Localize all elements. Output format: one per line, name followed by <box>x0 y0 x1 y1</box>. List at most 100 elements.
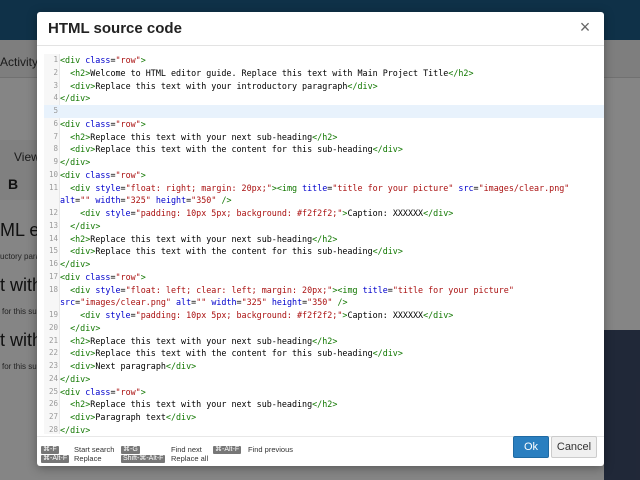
shortcut-label-replace-all: Replace all <box>171 454 209 463</box>
line-number: 16 <box>48 259 58 268</box>
code-line[interactable]: 7 <h2>Replace this text with your next s… <box>44 131 604 144</box>
line-number: 27 <box>48 412 58 421</box>
line-number: 6 <box>53 118 58 128</box>
code-text[interactable]: </div> <box>60 92 90 105</box>
code-line[interactable]: 23 <div>Next paragraph</div> <box>44 360 604 373</box>
code-text[interactable]: <div style="padding: 10px 5px; backgroun… <box>60 309 453 322</box>
line-number: 4 <box>53 93 58 103</box>
code-line[interactable]: 2 <h2>Welcome to HTML editor guide. Repl… <box>44 67 604 80</box>
close-icon[interactable]: × <box>576 17 594 37</box>
line-number: 21 <box>48 335 58 345</box>
code-line[interactable]: 5 <box>44 105 604 118</box>
code-line[interactable]: 9 </div> <box>44 156 604 169</box>
code-text[interactable]: <div>Next paragraph</div> <box>60 360 196 373</box>
shortcut-label-replace: Replace <box>74 454 102 463</box>
code-text[interactable]: <h2>Replace this text with your next sub… <box>60 398 337 411</box>
line-number: 8 <box>53 144 58 154</box>
code-line[interactable]: 24 </div> <box>44 373 604 386</box>
line-number: 24 <box>48 373 58 383</box>
code-text[interactable]: <div style="float: left; clear: left; ma… <box>60 284 514 310</box>
code-text[interactable]: <div>Paragraph text</div> <box>60 411 196 424</box>
code-line[interactable]: 13 </div> <box>44 220 604 233</box>
code-line[interactable]: 27 <div>Paragraph text</div> <box>44 411 604 424</box>
code-text[interactable]: </div> <box>60 220 100 233</box>
line-number: 18 <box>48 284 58 294</box>
code-text[interactable]: <h2>Replace this text with your next sub… <box>60 335 337 348</box>
code-line[interactable]: 26 <h2>Replace this text with your next … <box>44 398 604 411</box>
shortcut-label-find-next: Find next <box>171 445 202 454</box>
code-line[interactable]: 28 </div> <box>44 424 604 434</box>
html-source-dialog: HTML source code × 1 <div class="row"> 2 <… <box>37 12 604 466</box>
code-lines[interactable]: 1 <div class="row"> 2 <h2>Welcome to HTML … <box>44 54 604 434</box>
shortcut-key-find-next: ⌘-G <box>121 446 140 454</box>
code-text[interactable]: <h2>Welcome to HTML editor guide. Replac… <box>60 67 473 80</box>
code-line[interactable]: 18 <div style="float: left; clear: left;… <box>44 284 604 310</box>
shortcut-key-replace: ⌘-Alt-F <box>41 455 70 463</box>
code-text[interactable]: <div class="row"> <box>60 54 146 67</box>
code-line[interactable]: 3 <div>Replace this text with your intro… <box>44 80 604 93</box>
code-line[interactable]: 17 <div class="row"> <box>44 271 604 284</box>
code-line[interactable]: 21 <h2>Replace this text with your next … <box>44 335 604 348</box>
code-line[interactable]: 10 <div class="row"> <box>44 169 604 182</box>
shortcut-key-find-previous: ⌘-Alt-F <box>213 446 242 454</box>
code-text[interactable]: </div> <box>60 373 90 386</box>
code-text[interactable]: <h2>Replace this text with your next sub… <box>60 131 337 144</box>
code-text[interactable]: <div style="float: right; margin: 20px;"… <box>60 182 569 208</box>
code-text[interactable]: <div class="row"> <box>60 271 146 284</box>
code-line[interactable]: 12 <div style="padding: 10px 5px; backgr… <box>44 207 604 220</box>
line-number: 26 <box>48 399 58 409</box>
code-text[interactable]: <h2>Replace this text with your next sub… <box>60 233 337 246</box>
dialog-title: HTML source code <box>48 20 182 37</box>
code-line[interactable]: 8 <div>Replace this text with the conten… <box>44 143 604 156</box>
shortcut-key-start-search: ⌘-F <box>41 446 59 454</box>
code-line[interactable]: 6 <div class="row"> <box>44 118 604 131</box>
shortcut-key-replace-all: Shift-⌘-Alt-F <box>121 455 166 463</box>
line-number: 12 <box>48 208 58 217</box>
line-number: 14 <box>48 233 58 243</box>
code-text[interactable]: </div> <box>60 258 90 271</box>
code-line[interactable]: 16 </div> <box>44 258 604 271</box>
code-text[interactable]: <div style="padding: 10px 5px; backgroun… <box>60 207 453 220</box>
code-text[interactable]: <div class="row"> <box>60 118 146 131</box>
line-number: 13 <box>48 220 58 230</box>
cancel-button[interactable]: Cancel <box>551 436 597 458</box>
code-text[interactable]: <div>Replace this text with your introdu… <box>60 80 378 93</box>
dialog-header: HTML source code × <box>37 12 604 46</box>
code-line[interactable]: 1 <div class="row"> <box>44 54 604 67</box>
code-line[interactable]: 20 </div> <box>44 322 604 335</box>
line-number: 19 <box>48 310 58 319</box>
code-editor[interactable]: 1 <div class="row"> 2 <h2>Welcome to HTML … <box>44 54 604 434</box>
line-number: 10 <box>48 169 58 179</box>
code-text[interactable]: </div> <box>60 424 90 434</box>
code-line[interactable]: 11 <div style="float: right; margin: 20p… <box>44 182 604 208</box>
line-number: 28 <box>48 424 58 434</box>
line-number: 7 <box>53 131 58 141</box>
line-number: 17 <box>48 271 58 281</box>
code-text[interactable]: <div class="row"> <box>60 169 146 182</box>
shortcut-label-find-previous: Find previous <box>248 445 294 454</box>
ok-button[interactable]: Ok <box>513 436 549 458</box>
line-number: 25 <box>48 386 58 396</box>
code-text[interactable]: </div> <box>60 156 90 169</box>
code-text[interactable]: <div>Replace this text with the content … <box>60 245 403 258</box>
code-text[interactable]: <div>Replace this text with the content … <box>60 143 403 156</box>
code-text[interactable]: </div> <box>60 322 100 335</box>
line-number: 3 <box>53 80 58 90</box>
line-number: 1 <box>53 55 58 64</box>
code-line[interactable]: 4 </div> <box>44 92 604 105</box>
line-number: 2 <box>53 67 58 77</box>
line-number: 15 <box>48 246 58 256</box>
line-number: 5 <box>53 106 58 115</box>
line-number: 20 <box>48 322 58 332</box>
code-line[interactable]: 22 <div>Replace this text with the conte… <box>44 347 604 360</box>
code-text[interactable]: <div class="row"> <box>60 386 146 399</box>
line-number: 23 <box>48 361 58 370</box>
line-number: 9 <box>53 157 58 166</box>
line-number: 11 <box>48 182 58 192</box>
code-line[interactable]: 14 <h2>Replace this text with your next … <box>44 233 604 246</box>
code-line[interactable]: 25 <div class="row"> <box>44 386 604 399</box>
code-text[interactable]: <div>Replace this text with the content … <box>60 347 403 360</box>
shortcut-label-start-search: Start search <box>74 445 115 454</box>
code-line[interactable]: 15 <div>Replace this text with the conte… <box>44 245 604 258</box>
code-line[interactable]: 19 <div style="padding: 10px 5px; backgr… <box>44 309 604 322</box>
